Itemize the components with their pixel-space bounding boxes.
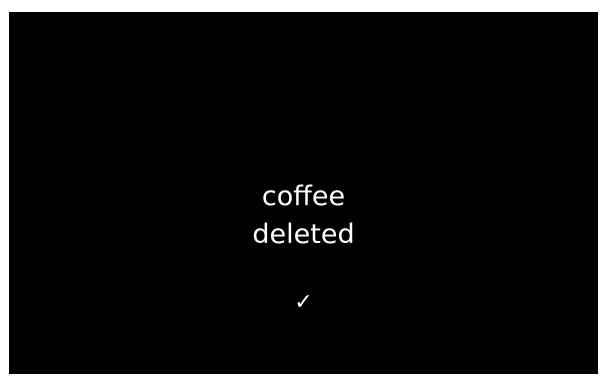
status-message: coffee deleted <box>9 178 598 254</box>
status-message-line-2: deleted <box>252 219 355 250</box>
status-message-line-1: coffee <box>261 181 346 212</box>
device-screen: coffee deleted ✓ <box>9 12 598 374</box>
checkmark-icon: ✓ <box>294 290 313 315</box>
